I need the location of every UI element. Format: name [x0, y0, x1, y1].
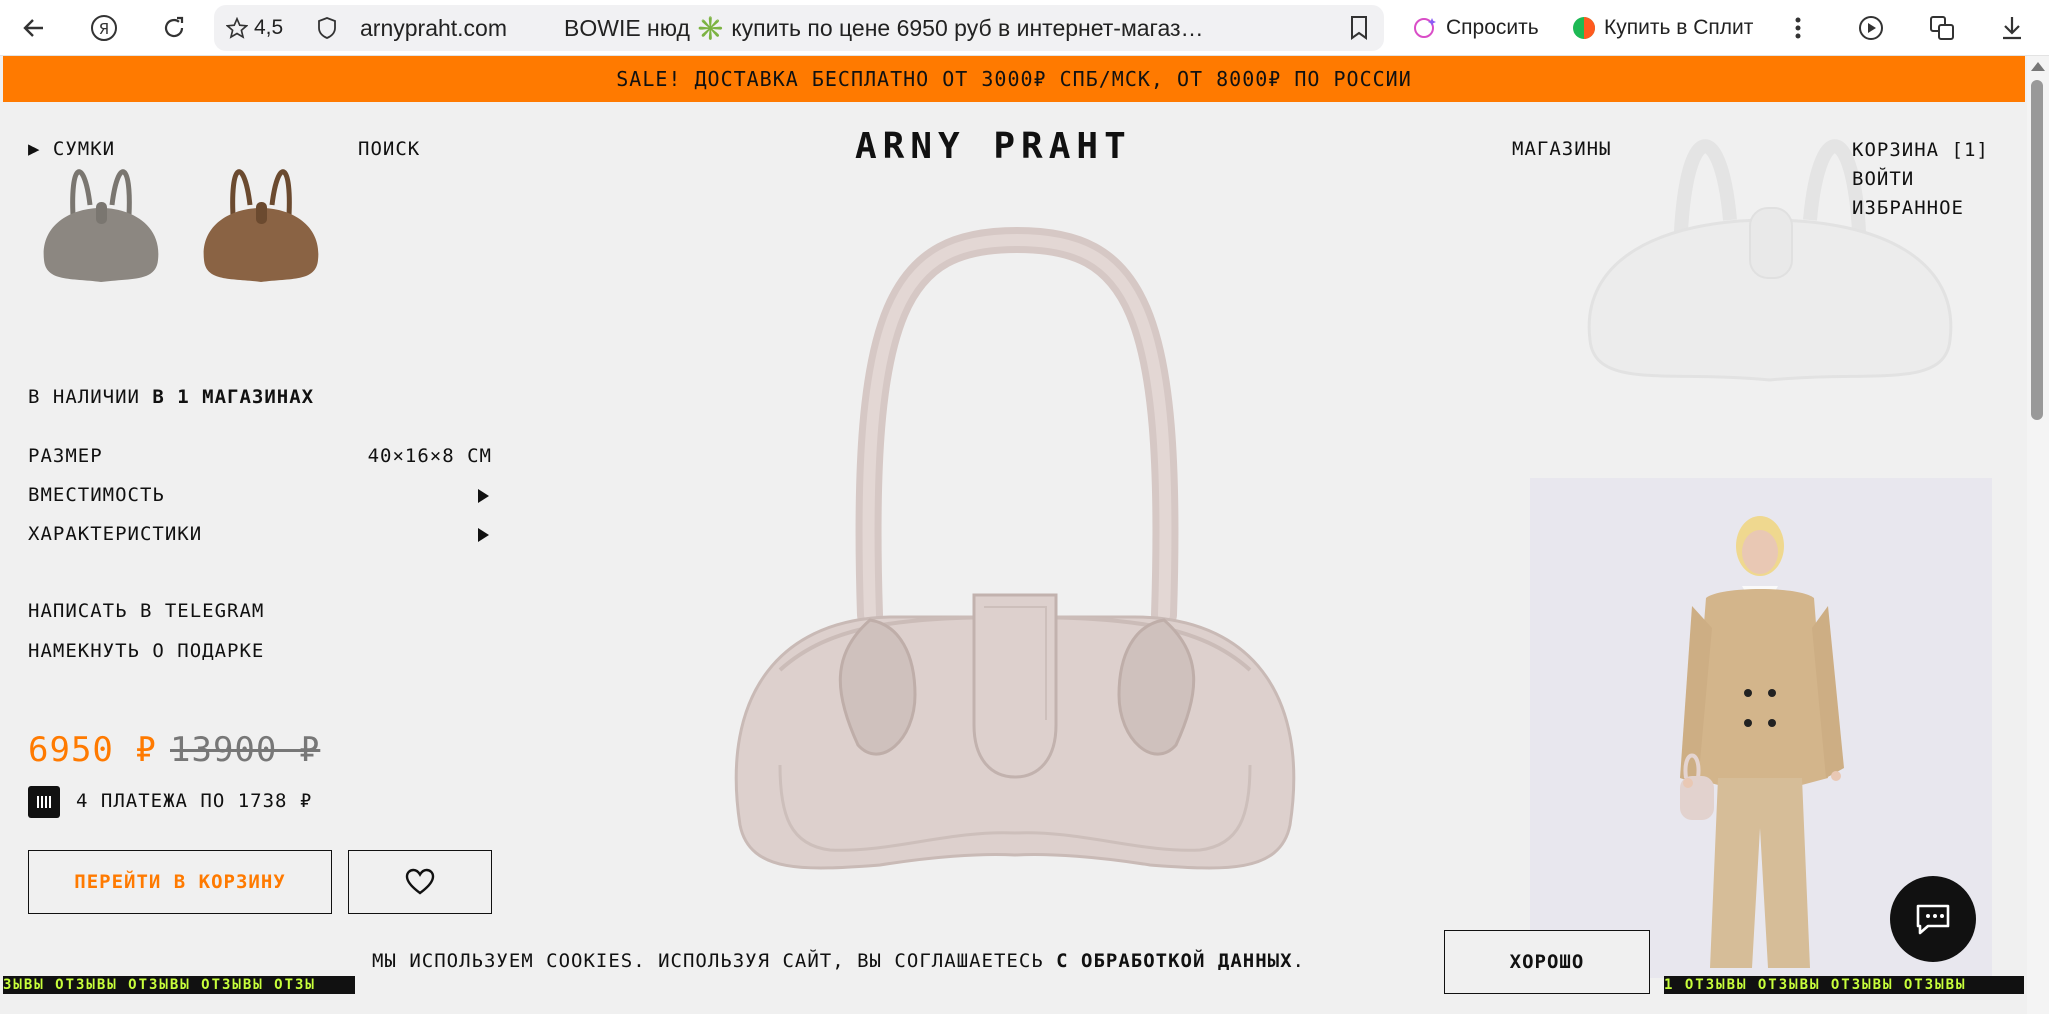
promo-banner: SALE! ДОСТАВКА БЕСПЛАТНО ОТ 3000₽ СПБ/МС… — [3, 56, 2025, 102]
translate-icon[interactable] — [1922, 8, 1962, 48]
data-processing-link[interactable]: С ОБРАБОТКОЙ ДАННЫХ — [1056, 950, 1292, 972]
main-product-image[interactable] — [720, 225, 1310, 905]
split-logo-icon — [1573, 17, 1595, 39]
yandex-icon[interactable]: Я — [84, 8, 124, 48]
page-scrollbar[interactable] — [2027, 56, 2049, 1014]
scroll-thumb[interactable] — [2031, 80, 2043, 420]
ask-label: Спросить — [1446, 16, 1539, 39]
color-thumb-brown[interactable] — [196, 150, 326, 290]
availability: В НАЛИЧИИ В 1 МАГАЗИНАХ — [28, 386, 314, 408]
specs-toggle[interactable]: ХАРАКТЕРИСТИКИ — [28, 523, 202, 545]
cookie-text: МЫ ИСПОЛЬЗУЕМ COOKIES. ИСПОЛЬЗУЯ САЙТ, В… — [372, 950, 1044, 972]
browser-toolbar: Я 4,5 arnypraht.com BOWIE нюд ✳️ купить … — [0, 0, 2049, 56]
svg-text:Я: Я — [99, 20, 109, 38]
capacity-expand-icon[interactable] — [478, 489, 489, 503]
reviews-ticker-right[interactable]: 1 ОТЗЫВЫ ОТЗЫВЫ ОТЗЫВЫ ОТЗЫВЫ — [1664, 976, 2024, 994]
size-label: РАЗМЕР — [28, 445, 103, 467]
installments-text[interactable]: 4 ПЛАТЕЖА ПО 1738 ₽ — [76, 790, 312, 812]
page-title[interactable]: BOWIE нюд ✳️ купить по цене 6950 руб в и… — [564, 15, 1304, 42]
site-rating[interactable]: 4,5 — [226, 16, 283, 40]
capacity-toggle[interactable]: ВМЕСТИМОСТЬ — [28, 484, 165, 506]
chat-bubble-icon — [1916, 904, 1950, 935]
add-to-favorites-button[interactable] — [348, 850, 492, 914]
availability-prefix: В НАЛИЧИИ — [28, 386, 140, 408]
telegram-link[interactable]: НАПИСАТЬ В TELEGRAM — [28, 600, 264, 622]
url-domain[interactable]: arnypraht.com — [360, 15, 507, 42]
current-price: 6950 ₽ — [28, 730, 157, 770]
ask-button[interactable]: Спросить — [1412, 5, 1539, 51]
back-arrow-icon[interactable] — [14, 8, 54, 48]
split-buy-button[interactable]: Купить в Сплит — [1572, 5, 1754, 51]
media-play-icon[interactable] — [1852, 8, 1892, 48]
old-price: 13900 ₽ — [170, 730, 321, 770]
cookie-ok-button[interactable]: ХОРОШО — [1444, 930, 1650, 994]
bookmark-icon[interactable] — [1348, 15, 1370, 46]
cookie-text-end: . — [1292, 950, 1305, 972]
gift-hint-link[interactable]: НАМЕКНУТЬ О ПОДАРКЕ — [28, 640, 264, 662]
download-icon[interactable] — [1992, 8, 2032, 48]
size-value: 40×16×8 СМ — [367, 445, 492, 467]
more-menu-icon[interactable] — [1778, 8, 1818, 48]
star-icon — [226, 17, 248, 39]
ask-sparkle-icon — [1414, 18, 1436, 38]
header-account-links: КОРЗИНА [1] ВОЙТИ ИЗБРАННОЕ — [1852, 136, 1989, 223]
heart-icon — [405, 868, 435, 895]
split-buy-label: Купить в Сплит — [1604, 16, 1754, 39]
address-bar[interactable]: 4,5 arnypraht.com BOWIE нюд ✳️ купить по… — [214, 5, 1384, 51]
availability-stores-link[interactable]: В 1 МАГАЗИНАХ — [152, 386, 314, 408]
nav-search[interactable]: ПОИСК — [358, 138, 420, 160]
chat-widget-button[interactable] — [1890, 876, 1976, 962]
nav-login[interactable]: ВОЙТИ — [1852, 165, 1989, 194]
shield-icon[interactable] — [316, 16, 338, 45]
cookie-notice: МЫ ИСПОЛЬЗУЕМ COOKIES. ИСПОЛЬЗУЯ САЙТ, В… — [372, 950, 1305, 972]
split-payment-icon[interactable] — [28, 786, 60, 818]
nav-cart[interactable]: КОРЗИНА [1] — [1852, 136, 1989, 165]
scroll-up-arrow-icon[interactable] — [2031, 62, 2045, 71]
nav-favorites[interactable]: ИЗБРАННОЕ — [1852, 194, 1989, 223]
rating-value: 4,5 — [254, 16, 284, 39]
specs-expand-icon[interactable] — [478, 528, 489, 542]
reviews-ticker-left[interactable]: ЗЫВЫ ОТЗЫВЫ ОТЗЫВЫ ОТЗЫВЫ ОТЗЫ — [3, 976, 355, 994]
site-logo[interactable]: ARNY PRAHT — [855, 126, 1132, 167]
color-thumb-grey[interactable] — [36, 150, 166, 290]
reload-icon[interactable] — [154, 8, 194, 48]
go-to-cart-button[interactable]: ПЕРЕЙТИ В КОРЗИНУ — [28, 850, 332, 914]
